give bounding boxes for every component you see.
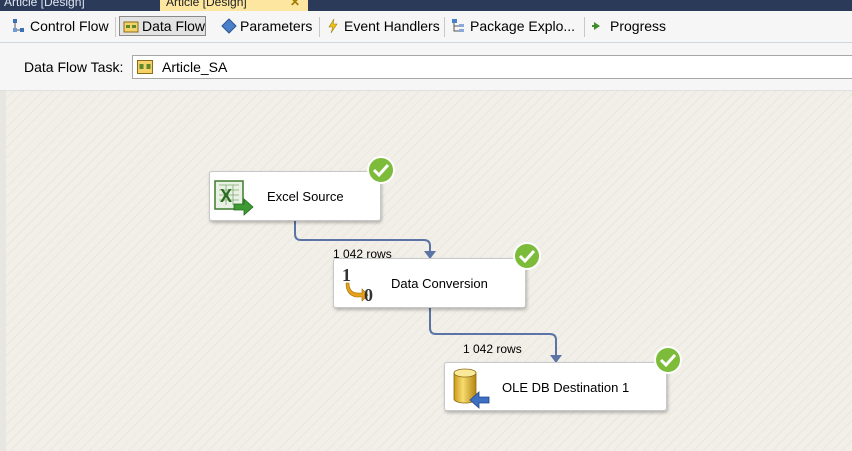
document-tab-active[interactable]: Article [Design] ✕ (160, 0, 308, 11)
tab-label: Control Flow (30, 18, 109, 34)
svg-text:X: X (220, 186, 232, 206)
node-label: OLE DB Destination 1 (502, 380, 630, 395)
success-check-icon (654, 346, 682, 374)
package-explorer-icon (452, 19, 464, 32)
task-row: Data Flow Task: Article_SA (0, 43, 852, 91)
data-flow-task-select[interactable]: Article_SA (132, 55, 852, 79)
progress-arrow-icon (592, 22, 600, 30)
tab-label: Package Explo... (470, 18, 576, 34)
data-flow-icon (123, 21, 139, 33)
tab-separator (444, 17, 445, 37)
data-flow-task-label: Data Flow Task: (24, 59, 124, 75)
tab-separator (319, 17, 320, 37)
tab-label: Parameters (240, 18, 313, 34)
tab-progress[interactable]: Progress (588, 16, 666, 36)
data-conversion-icon: 1 0 (342, 265, 373, 303)
tab-label: Data Flow (142, 18, 206, 34)
data-conversion-node[interactable]: 1 0 Data Conversion (333, 258, 526, 308)
close-icon[interactable]: ✕ (290, 0, 300, 11)
tab-data-flow[interactable]: Data Flow (119, 16, 207, 36)
designer-tab-bar: Control Flow Data Flow Parameters Event … (0, 11, 852, 43)
excel-source-node[interactable]: X Excel Source (209, 171, 381, 221)
tab-label: Event Handlers (344, 18, 440, 34)
node-label: Excel Source (267, 189, 344, 204)
row-count-label: 1 042 rows (463, 342, 522, 356)
data-flow-task-icon (137, 60, 153, 74)
document-tab-label: Article [Design] (166, 0, 247, 9)
tab-label: Progress (610, 18, 667, 34)
svg-text:1: 1 (342, 265, 351, 285)
tab-separator (584, 17, 585, 37)
document-tab-strip: Article [Design] Article [Design] ✕ (0, 0, 852, 11)
tab-parameters[interactable]: Parameters (218, 16, 312, 36)
tab-separator (115, 17, 116, 37)
tab-event-handlers[interactable]: Event Handlers (322, 16, 440, 36)
document-tab[interactable]: Article [Design] (4, 0, 154, 11)
oledb-destination-node[interactable]: OLE DB Destination 1 (444, 362, 667, 411)
parameters-icon (221, 18, 237, 34)
excel-source-icon: X (214, 180, 254, 216)
svg-text:0: 0 (364, 285, 373, 303)
success-check-icon (367, 156, 395, 184)
control-flow-icon (13, 19, 24, 32)
tab-control-flow[interactable]: Control Flow (8, 16, 109, 36)
tab-package-explorer[interactable]: Package Explo... (448, 16, 575, 36)
oledb-destination-icon (453, 368, 490, 409)
lightning-icon (328, 18, 338, 34)
node-label: Data Conversion (391, 276, 488, 291)
data-flow-task-value: Article_SA (162, 59, 228, 75)
success-check-icon (513, 242, 541, 270)
